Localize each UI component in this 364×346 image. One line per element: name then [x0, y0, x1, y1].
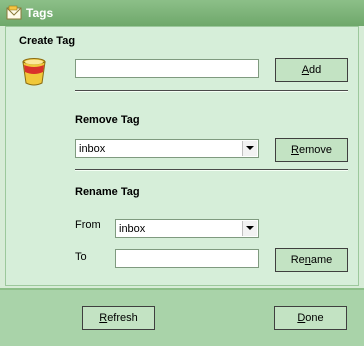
rename-tag-heading: Rename Tag — [75, 186, 140, 198]
refresh-label-accelerator: R — [99, 312, 108, 324]
envelope-icon — [6, 5, 22, 20]
done-label-post: one — [305, 312, 324, 324]
rename-label-post: ame — [310, 254, 333, 266]
create-tag-input[interactable] — [75, 59, 259, 78]
done-button[interactable]: Done — [274, 306, 347, 330]
rename-to-input[interactable] — [115, 249, 259, 268]
refresh-button[interactable]: Refresh — [82, 306, 155, 330]
title-bar[interactable]: Tags — [0, 0, 364, 26]
divider-remove — [75, 169, 348, 171]
rename-button[interactable]: Rename — [275, 248, 348, 272]
add-label-accelerator: A — [301, 64, 310, 76]
remove-button[interactable]: Remove — [275, 138, 348, 162]
rename-from-select[interactable]: inbox — [115, 219, 259, 238]
divider-create — [75, 90, 348, 92]
window-title: Tags — [26, 6, 54, 20]
from-label: From — [75, 219, 101, 231]
remove-tag-select[interactable]: inbox — [75, 139, 259, 158]
dialog-footer: Refresh Done — [0, 288, 364, 346]
chevron-down-icon[interactable] — [242, 221, 257, 236]
rename-from-selected: inbox — [119, 223, 146, 235]
add-button[interactable]: Add — [275, 58, 348, 82]
remove-tag-heading: Remove Tag — [75, 114, 140, 126]
chevron-down-icon[interactable] — [242, 141, 257, 156]
add-label-post: dd — [309, 64, 322, 76]
remove-label-post: emove — [298, 144, 332, 156]
tags-window: Tags Create Tag Add Remove Tag inbox Rem… — [0, 0, 364, 346]
bucket-icon — [22, 58, 46, 86]
rename-label-pre: Re — [290, 254, 305, 266]
create-tag-heading: Create Tag — [19, 35, 76, 47]
remove-tag-selected: inbox — [79, 143, 106, 155]
to-label: To — [75, 251, 87, 263]
remove-label-accelerator: R — [291, 144, 299, 156]
dialog-content: Create Tag Add Remove Tag inbox Remove R… — [5, 26, 359, 286]
refresh-label-post: efresh — [107, 312, 138, 324]
